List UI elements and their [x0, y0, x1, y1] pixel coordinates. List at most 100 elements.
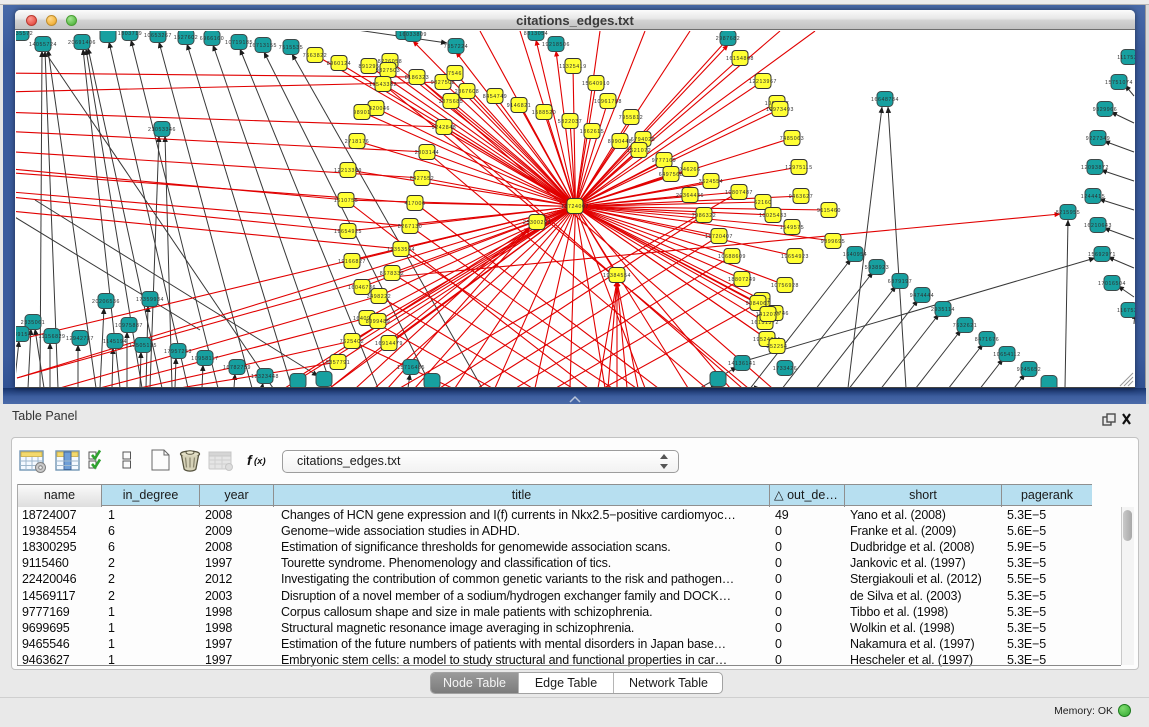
svg-text:16210643: 16210643 — [1084, 223, 1112, 229]
svg-text:3624554: 3624554 — [699, 179, 723, 185]
svg-text:16782759: 16782759 — [223, 365, 251, 371]
svg-text:9146821: 9146821 — [507, 103, 531, 109]
svg-text:1244415: 1244415 — [1081, 194, 1105, 200]
svg-text:15640910: 15640910 — [582, 81, 610, 87]
svg-text:12505135: 12505135 — [129, 343, 157, 349]
svg-text:2718176: 2718176 — [345, 139, 369, 145]
svg-text:252254: 252254 — [767, 344, 788, 350]
svg-text:1588520: 1588520 — [532, 110, 556, 116]
svg-text:11325419: 11325419 — [559, 64, 587, 70]
svg-text:9227349: 9227349 — [1086, 136, 1110, 142]
svg-text:10807487: 10807487 — [725, 190, 753, 196]
svg-text:25300293: 25300293 — [523, 220, 551, 226]
svg-text:16543382: 16543382 — [369, 82, 397, 88]
svg-text:15692971: 15692971 — [1088, 252, 1116, 258]
svg-text:239154: 239154 — [16, 332, 31, 338]
svg-text:17016504: 17016504 — [1098, 281, 1126, 287]
svg-text:3498222: 3498222 — [367, 294, 391, 300]
svg-text:18724007: 18724007 — [561, 204, 589, 210]
svg-text:1733426: 1733426 — [773, 366, 797, 372]
svg-text:6497568: 6497568 — [659, 172, 683, 178]
svg-text:8427552: 8427552 — [410, 176, 434, 182]
svg-text:10654112: 10654112 — [993, 352, 1021, 358]
svg-text:9474444: 9474444 — [910, 293, 934, 299]
svg-text:7663822: 7663822 — [303, 53, 327, 59]
svg-text:15751074: 15751074 — [1105, 80, 1133, 86]
svg-text:16914479: 16914479 — [375, 341, 403, 347]
svg-text:8471676: 8471676 — [975, 337, 999, 343]
svg-text:12353594: 12353594 — [387, 247, 415, 253]
svg-text:9329966: 9329966 — [1093, 107, 1117, 113]
svg-text:417006: 417006 — [405, 201, 426, 207]
svg-text:8454749: 8454749 — [483, 94, 507, 100]
svg-text:16648784: 16648784 — [871, 97, 899, 103]
svg-text:12975115: 12975115 — [785, 165, 813, 171]
svg-text:10688609: 10688609 — [718, 254, 746, 260]
svg-text:12942737: 12942737 — [66, 336, 94, 342]
svg-text:16713155: 16713155 — [249, 43, 277, 49]
svg-text:14136141: 14136141 — [728, 361, 756, 367]
svg-text:12323448: 12323448 — [251, 374, 279, 380]
svg-text:1362615: 1362615 — [580, 129, 604, 135]
svg-text:10025433: 10025433 — [759, 213, 787, 219]
svg-text:18807249: 18807249 — [728, 277, 756, 283]
svg-text:10975887: 10975887 — [115, 323, 143, 329]
svg-text:9327503: 9327503 — [376, 68, 400, 74]
svg-text:8813054: 8813054 — [524, 31, 548, 37]
svg-text:10958117: 10958117 — [191, 356, 219, 362]
svg-text:8186323: 8186323 — [405, 75, 429, 81]
svg-text:12213967: 12213967 — [749, 79, 777, 85]
svg-text:2987682: 2987682 — [716, 36, 740, 42]
svg-text:17957253: 17957253 — [164, 349, 192, 355]
svg-text:19166827: 19166827 — [338, 259, 366, 265]
svg-text:5938923: 5938923 — [865, 265, 889, 271]
svg-text:19654923: 19654923 — [781, 254, 809, 260]
svg-text:1117534: 1117534 — [1117, 55, 1135, 61]
svg-text:(x): (x) — [254, 456, 266, 467]
svg-text:1145194: 1145194 — [103, 339, 127, 345]
svg-text:20206536: 20206536 — [92, 299, 120, 305]
svg-text:98901: 98901 — [353, 110, 370, 116]
svg-text:8099489: 8099489 — [366, 319, 390, 325]
svg-text:2803144: 2803144 — [415, 150, 439, 156]
svg-text:10653267: 10653267 — [144, 33, 172, 39]
svg-text:10756928: 10756928 — [771, 283, 799, 289]
svg-text:8990448: 8990448 — [608, 139, 632, 145]
svg-text:17359934: 17359934 — [136, 297, 164, 303]
svg-text:9899695: 9899695 — [821, 239, 845, 245]
svg-text:2035572: 2035572 — [16, 31, 33, 37]
svg-text:8215955: 8215955 — [1056, 210, 1080, 216]
svg-text:14055724: 14055724 — [29, 42, 57, 48]
svg-text:19384554: 19384554 — [603, 273, 631, 279]
svg-text:7546: 7546 — [448, 71, 462, 77]
svg-text:16154808: 16154808 — [726, 56, 754, 62]
svg-text:1527602: 1527602 — [174, 35, 198, 41]
svg-text:19654925: 19654925 — [334, 229, 362, 235]
svg-text:1803719: 1803719 — [118, 31, 142, 37]
svg-text:1549575: 1549575 — [780, 225, 804, 231]
svg-text:2935114: 2935114 — [931, 307, 955, 313]
svg-text:7515535: 7515535 — [279, 45, 303, 51]
svg-text:11156829: 11156829 — [38, 334, 65, 340]
svg-text:9242848: 9242848 — [432, 125, 456, 131]
svg-text:1412077: 1412077 — [756, 312, 780, 318]
svg-text:15720407: 15720407 — [705, 234, 733, 240]
svg-text:12213369: 12213369 — [334, 168, 362, 174]
svg-text:8960124: 8960124 — [327, 61, 351, 67]
svg-text:8267130: 8267130 — [398, 224, 422, 230]
svg-text:6879197: 6879197 — [888, 279, 912, 285]
svg-text:1167534: 1167534 — [1117, 308, 1135, 314]
svg-text:1621072: 1621072 — [627, 148, 651, 154]
svg-text:9777169: 9777169 — [652, 158, 676, 164]
svg-text:9115460: 9115460 — [817, 208, 841, 214]
svg-text:12093872: 12093872 — [1081, 165, 1109, 171]
svg-text:15716485: 15716485 — [397, 365, 425, 371]
svg-text:16033809: 16033809 — [399, 32, 427, 38]
svg-text:2335061: 2335061 — [21, 320, 45, 326]
svg-text:9857791: 9857791 — [326, 360, 350, 366]
svg-text:7986322: 7986322 — [692, 213, 716, 219]
svg-text:3875685: 3875685 — [439, 99, 463, 105]
svg-text:10961758: 10961758 — [594, 99, 622, 105]
svg-text:f: f — [247, 452, 253, 468]
svg-text:1610755: 1610755 — [334, 198, 358, 204]
